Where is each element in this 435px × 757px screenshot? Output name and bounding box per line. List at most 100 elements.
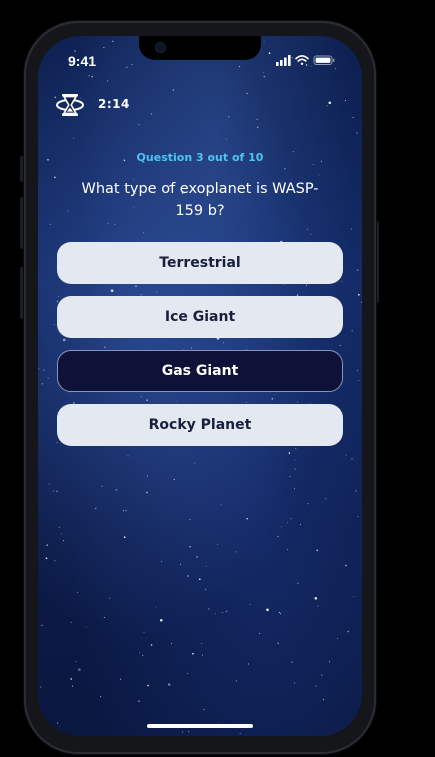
star — [350, 228, 352, 230]
star — [352, 117, 354, 118]
star — [268, 52, 271, 54]
status-icons — [276, 55, 335, 66]
star — [125, 510, 127, 512]
home-indicator[interactable] — [147, 724, 253, 728]
star — [201, 643, 203, 645]
star — [341, 280, 343, 282]
star — [357, 516, 359, 518]
star — [246, 92, 248, 95]
star — [49, 223, 51, 225]
star — [57, 722, 59, 724]
star — [191, 347, 193, 349]
timer-value: 2:14 — [98, 97, 130, 111]
star — [127, 455, 129, 457]
star — [180, 563, 182, 565]
star — [335, 68, 337, 70]
star — [208, 608, 210, 610]
star — [357, 370, 359, 372]
star — [288, 452, 291, 454]
notch — [139, 36, 261, 60]
hourglass-icon — [56, 94, 84, 116]
star — [135, 285, 137, 288]
star — [248, 663, 249, 665]
star — [221, 612, 223, 614]
star — [314, 597, 318, 600]
star — [280, 613, 282, 615]
star — [291, 661, 293, 663]
star — [294, 682, 296, 684]
answer-option-terrestrial[interactable]: Terrestrial — [57, 242, 343, 284]
star — [62, 338, 66, 342]
star — [131, 64, 133, 65]
star — [150, 644, 153, 646]
star — [297, 401, 298, 403]
star — [205, 588, 207, 590]
star — [43, 369, 45, 371]
star — [112, 40, 114, 43]
star — [256, 118, 258, 120]
question-progress: Question 3 out of 10 — [136, 151, 264, 164]
star — [107, 80, 109, 82]
star — [40, 686, 42, 688]
star — [56, 442, 58, 444]
star — [156, 291, 158, 293]
star — [358, 294, 360, 296]
star — [353, 596, 355, 598]
star — [138, 124, 140, 126]
star — [54, 176, 56, 179]
star — [155, 606, 157, 608]
star — [160, 560, 162, 562]
star — [315, 685, 317, 687]
star — [249, 604, 251, 605]
star — [336, 638, 338, 640]
star — [91, 75, 93, 78]
star — [235, 680, 237, 682]
star — [354, 733, 357, 735]
star — [100, 696, 102, 698]
star — [53, 324, 55, 326]
battery-icon — [313, 55, 335, 65]
star — [316, 549, 319, 552]
star — [293, 488, 295, 490]
answer-option-ice-giant[interactable]: Ice Giant — [57, 296, 343, 338]
star — [225, 610, 228, 613]
star — [194, 462, 196, 464]
star — [75, 661, 77, 662]
star — [294, 468, 296, 470]
star — [46, 544, 48, 546]
star — [47, 377, 49, 379]
star — [278, 611, 280, 613]
star — [146, 399, 148, 402]
star — [63, 540, 65, 541]
star — [147, 684, 149, 687]
star — [103, 617, 105, 619]
star — [114, 224, 116, 225]
star — [103, 47, 105, 48]
star — [306, 284, 307, 286]
star — [312, 164, 314, 165]
star — [328, 101, 332, 105]
star — [271, 398, 274, 400]
answer-option-gas-giant[interactable]: Gas Giant — [57, 350, 343, 392]
star — [192, 652, 194, 655]
star — [339, 344, 341, 346]
star — [351, 458, 353, 460]
star — [73, 137, 75, 139]
star — [325, 498, 327, 500]
star — [358, 380, 360, 382]
star — [329, 661, 331, 663]
star — [126, 66, 128, 68]
star — [217, 544, 218, 546]
star — [263, 41, 265, 43]
question-text: What type of exoplanet is WASP-159 b? — [81, 181, 319, 219]
star — [85, 626, 87, 628]
star — [259, 632, 261, 634]
star — [235, 551, 237, 553]
star — [58, 295, 60, 297]
answer-option-rocky-planet[interactable]: Rocky Planet — [57, 404, 343, 446]
star — [345, 100, 346, 101]
star — [295, 448, 297, 449]
star — [70, 678, 72, 680]
star — [94, 507, 97, 510]
star — [74, 50, 76, 52]
